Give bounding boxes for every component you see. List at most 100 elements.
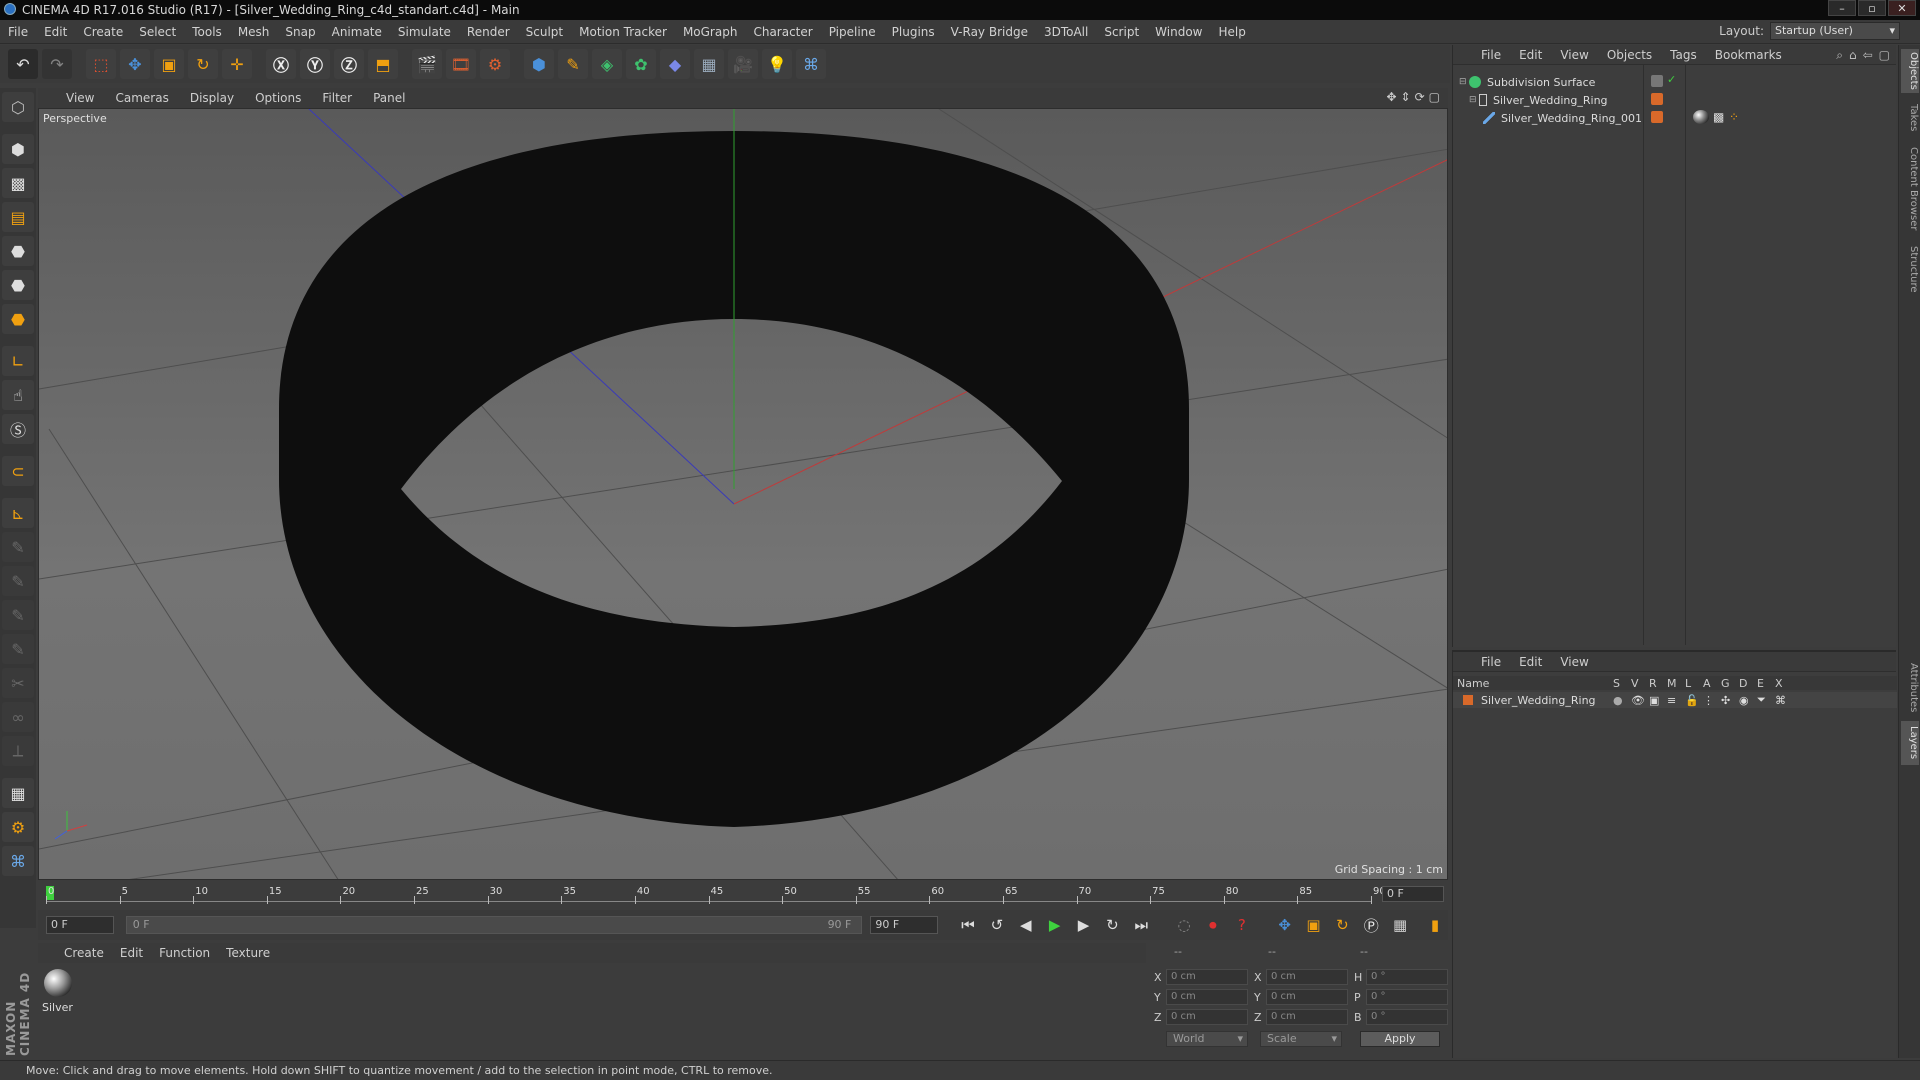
animation-toggle-icon[interactable]: ⋮ <box>1703 694 1721 707</box>
menu-mograph[interactable]: MoGraph <box>675 25 746 39</box>
transform-icon[interactable]: ✛ <box>222 49 252 79</box>
material-menu-function[interactable]: Function <box>151 946 218 960</box>
rotation-b-field[interactable]: 0 ° <box>1366 1009 1448 1025</box>
cube-icon[interactable]: ⬢ <box>524 49 554 79</box>
menu-3dtoall[interactable]: 3DToAll <box>1036 25 1096 39</box>
points-mode-icon[interactable]: ⬣ <box>2 236 34 266</box>
edges-mode-icon[interactable]: ⬣ <box>2 270 34 300</box>
minimize-button[interactable]: – <box>1828 0 1856 16</box>
viewport-menu-options[interactable]: Options <box>245 91 312 105</box>
view-toggle-icon[interactable]: 👁 <box>1631 694 1649 707</box>
maximize-view-icon[interactable]: ▢ <box>1429 90 1440 104</box>
perspective-viewport[interactable]: Perspective Grid Spacing : 1 cm <box>38 108 1448 880</box>
manager-toggle-icon[interactable]: ≡ <box>1667 694 1685 707</box>
dolly-icon[interactable]: ⇕ <box>1401 90 1411 104</box>
render-view-icon[interactable]: 🎬 <box>412 49 442 79</box>
tweak-mode-icon[interactable]: ☝ <box>2 380 34 410</box>
menu-tools[interactable]: Tools <box>184 25 230 39</box>
menu-script[interactable]: Script <box>1096 25 1147 39</box>
coordinate-system-icon[interactable]: ⬒ <box>368 49 398 79</box>
size-x-field[interactable]: 0 cm <box>1266 969 1348 985</box>
scene-canvas[interactable] <box>39 109 1448 880</box>
bridge-icon[interactable]: ⟂ <box>2 736 34 766</box>
tab-takes[interactable]: Takes <box>1901 101 1919 135</box>
layer-swatch-orange[interactable] <box>1651 111 1663 123</box>
expand-icon[interactable]: ⊟ <box>1459 77 1469 87</box>
tab-layers[interactable]: Layers <box>1901 721 1919 765</box>
move-icon[interactable]: ✥ <box>120 49 150 79</box>
home-icon[interactable]: ⌂ <box>1849 48 1857 63</box>
coordinate-space-select[interactable]: World ▾ <box>1166 1031 1248 1047</box>
model-mode-icon[interactable]: ⬢ <box>2 134 34 164</box>
viewport-menu-filter[interactable]: Filter <box>312 91 363 105</box>
pen-icon[interactable]: ✎ <box>558 49 588 79</box>
position-x-field[interactable]: 0 cm <box>1166 969 1248 985</box>
viewport-menu-view[interactable]: View <box>56 91 105 105</box>
material-menu-texture[interactable]: Texture <box>218 946 278 960</box>
floor-icon[interactable]: ▦ <box>694 49 724 79</box>
key-parameter-icon[interactable]: Ⓟ <box>1358 912 1384 938</box>
python-script-icon[interactable]: ⌘ <box>2 846 34 876</box>
objects-menu-edit[interactable]: Edit <box>1511 48 1552 62</box>
current-frame-field[interactable]: 0 F <box>1382 886 1444 902</box>
generators-toggle-icon[interactable]: ✣ <box>1721 694 1739 707</box>
enabled-check-icon[interactable]: ✓ <box>1667 73 1676 86</box>
phong-tag-icon[interactable]: ⁘ <box>1729 110 1739 124</box>
key-pla-icon[interactable]: ▦ <box>1387 912 1413 938</box>
key-scale-icon[interactable]: ▣ <box>1301 912 1327 938</box>
camera-icon[interactable]: 🎥 <box>728 49 758 79</box>
tab-objects[interactable]: Objects <box>1901 49 1919 93</box>
object-row-silver-wedding-ring[interactable]: ⊟ Silver_Wedding_Ring <box>1469 91 1608 109</box>
preview-range-slider[interactable]: 0 F 90 F <box>125 916 863 934</box>
solo-toggle-icon[interactable]: ● <box>1613 694 1631 707</box>
python-icon[interactable]: ⌘ <box>796 49 826 79</box>
smooth-brush-icon[interactable]: ✎ <box>2 600 34 630</box>
menu-file[interactable]: File <box>0 25 36 39</box>
rotate-icon[interactable]: ↻ <box>188 49 218 79</box>
tab-content-browser[interactable]: Content Browser <box>1901 143 1919 235</box>
objects-menu-bookmarks[interactable]: Bookmarks <box>1707 48 1792 62</box>
play-icon[interactable]: ▶ <box>1042 912 1068 938</box>
size-z-field[interactable]: 0 cm <box>1266 1009 1348 1025</box>
z-axis-icon[interactable]: Ⓩ <box>334 49 364 79</box>
render-toggle-icon[interactable]: ▣ <box>1649 694 1667 707</box>
layer-swatch-empty[interactable] <box>1651 75 1663 87</box>
layers-menu-view[interactable]: View <box>1552 655 1598 669</box>
xref-toggle-icon[interactable]: ⌘ <box>1775 694 1793 707</box>
light-icon[interactable]: 💡 <box>762 49 792 79</box>
menu-simulate[interactable]: Simulate <box>390 25 459 39</box>
back-icon[interactable]: ⇦ <box>1863 48 1873 63</box>
viewport-menu-display[interactable]: Display <box>180 91 245 105</box>
menu-character[interactable]: Character <box>745 25 820 39</box>
previous-frame-icon[interactable]: ◀ <box>1013 912 1039 938</box>
menu-window[interactable]: Window <box>1147 25 1210 39</box>
objects-menu-file[interactable]: File <box>1473 48 1511 62</box>
knife-icon[interactable]: ✂ <box>2 668 34 698</box>
search-icon[interactable]: ⌕ <box>1836 48 1843 63</box>
objects-menu-objects[interactable]: Objects <box>1599 48 1662 62</box>
layout-dropdown[interactable]: Startup (User) ▾ <box>1770 22 1900 40</box>
snap-icon[interactable]: Ⓢ <box>2 414 34 444</box>
menu-motion-tracker[interactable]: Motion Tracker <box>571 25 675 39</box>
y-axis-icon[interactable]: Ⓨ <box>300 49 330 79</box>
material-swatch-silver[interactable] <box>44 969 72 997</box>
spline-tool-icon[interactable]: ⚙ <box>2 812 34 842</box>
apply-button[interactable]: Apply <box>1360 1031 1440 1047</box>
render-picture-viewer-icon[interactable]: 🎞 <box>446 49 476 79</box>
go-to-previous-key-icon[interactable]: ↺ <box>984 912 1010 938</box>
go-to-end-icon[interactable]: ⏭ <box>1128 912 1154 938</box>
position-z-field[interactable]: 0 cm <box>1166 1009 1248 1025</box>
close-button[interactable]: ✕ <box>1888 0 1916 16</box>
material-name[interactable]: Silver <box>42 1001 73 1014</box>
redo-icon[interactable]: ↷ <box>42 49 72 79</box>
menu-help[interactable]: Help <box>1210 25 1253 39</box>
menu-edit[interactable]: Edit <box>36 25 75 39</box>
timeline-window-icon[interactable]: ▮ <box>1422 912 1448 938</box>
layer-swatch-orange[interactable] <box>1651 93 1663 105</box>
tab-structure[interactable]: Structure <box>1901 241 1919 297</box>
texture-mode-icon[interactable]: ▩ <box>2 168 34 198</box>
subdivision-icon[interactable]: ◈ <box>592 49 622 79</box>
new-view-icon[interactable]: ▢ <box>1879 48 1890 63</box>
axis-mode-icon[interactable]: ∟ <box>2 346 34 376</box>
menu-mesh[interactable]: Mesh <box>230 25 278 39</box>
